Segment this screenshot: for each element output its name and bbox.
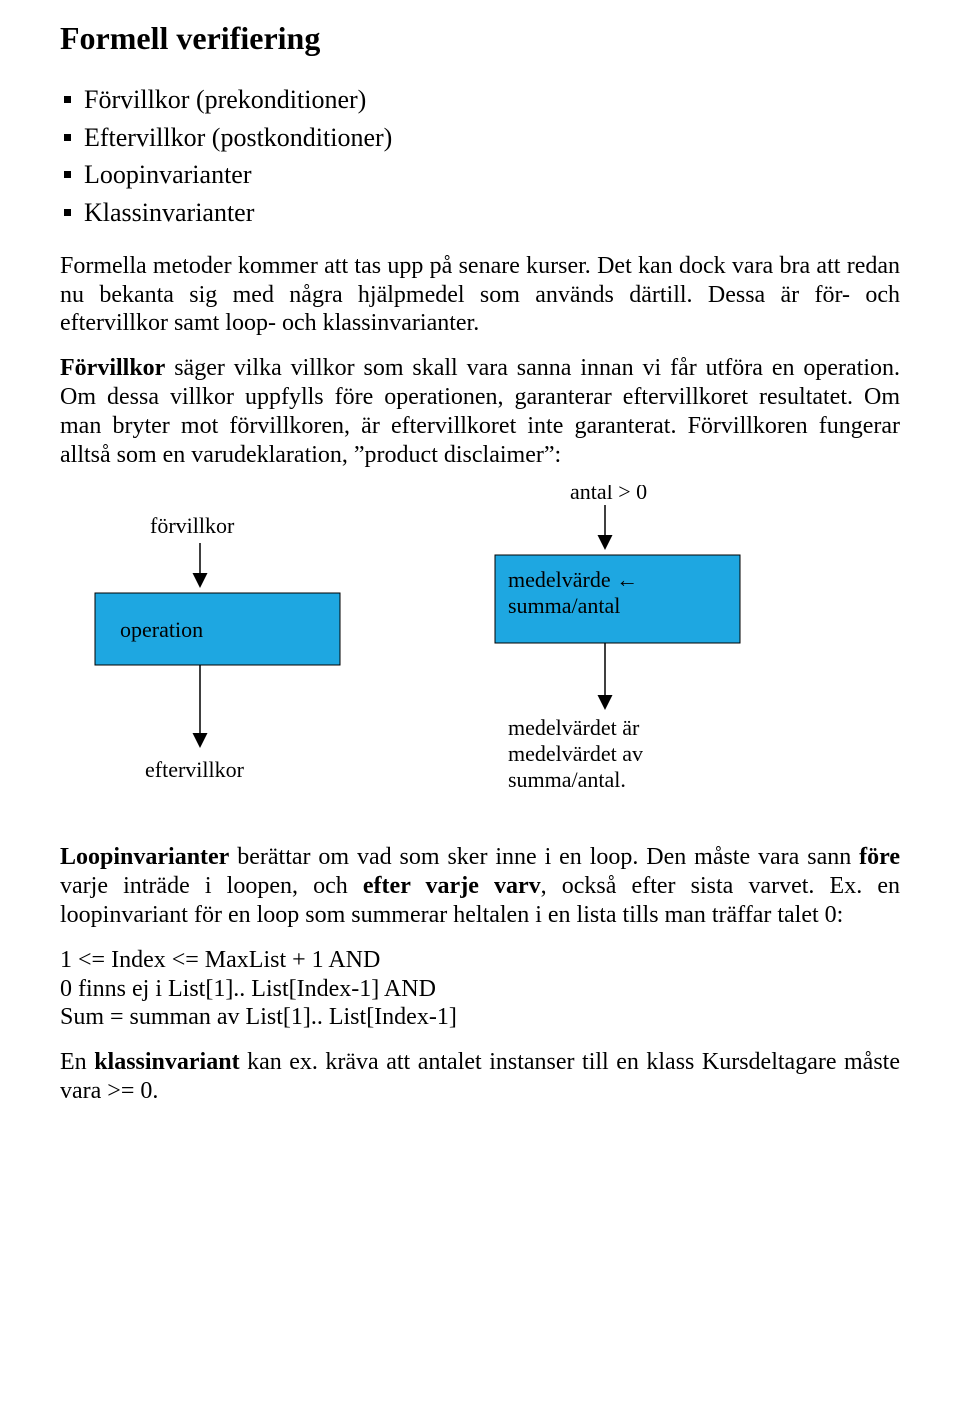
document-page: Formell verifiering Förvillkor (prekondi… [0, 0, 960, 1406]
bold-text: Förvillkor [60, 355, 165, 381]
bold-text: efter varje varv [363, 873, 541, 899]
code-line: 1 <= Index <= MaxList + 1 AND [60, 946, 900, 975]
precondition-label-right: antal > 0 [570, 485, 647, 504]
operation-text-right-2: summa/antal [508, 593, 620, 618]
inline-text: En [60, 1049, 94, 1075]
postcondition-text-right-2: medelvärdet av [508, 741, 643, 766]
list-item: Eftervillkor (postkonditioner) [60, 119, 900, 157]
diagram-svg: antal > 0 medelvärde ← summa/antal medel… [60, 485, 900, 825]
page-title: Formell verifiering [60, 20, 900, 57]
flow-diagram: antal > 0 medelvärde ← summa/antal medel… [60, 485, 900, 825]
paragraph: Förvillkor säger vilka villkor som skall… [60, 354, 900, 469]
postcondition-text-right-3: summa/antal. [508, 767, 626, 792]
bullet-list: Förvillkor (prekonditioner) Eftervillkor… [60, 81, 900, 232]
list-item: Klassinvarianter [60, 194, 900, 232]
postcondition-label-left: eftervillkor [145, 757, 245, 782]
inline-text: säger vilka villkor som skall vara sanna… [60, 355, 900, 467]
bold-text: före [859, 844, 900, 870]
precondition-label-left: förvillkor [150, 513, 235, 538]
operation-text-left: operation [120, 617, 203, 642]
list-item: Loopinvarianter [60, 156, 900, 194]
inline-text: varje inträde i loopen, och [60, 873, 363, 899]
list-item: Förvillkor (prekonditioner) [60, 81, 900, 119]
paragraph: Loopinvarianter berättar om vad som sker… [60, 843, 900, 929]
paragraph: Formella metoder kommer att tas upp på s… [60, 252, 900, 338]
code-line: 0 finns ej i List[1].. List[Index-1] AND [60, 975, 900, 1004]
bold-text: klassinvariant [94, 1049, 239, 1075]
inline-text: berättar om vad som sker inne i en loop.… [229, 844, 859, 870]
code-line: Sum = summan av List[1].. List[Index-1] [60, 1003, 900, 1032]
paragraph: En klassinvariant kan ex. kräva att anta… [60, 1048, 900, 1106]
operation-text-right-1: medelvärde ← [508, 567, 638, 592]
bold-text: Loopinvarianter [60, 844, 229, 870]
postcondition-text-right-1: medelvärdet är [508, 715, 640, 740]
